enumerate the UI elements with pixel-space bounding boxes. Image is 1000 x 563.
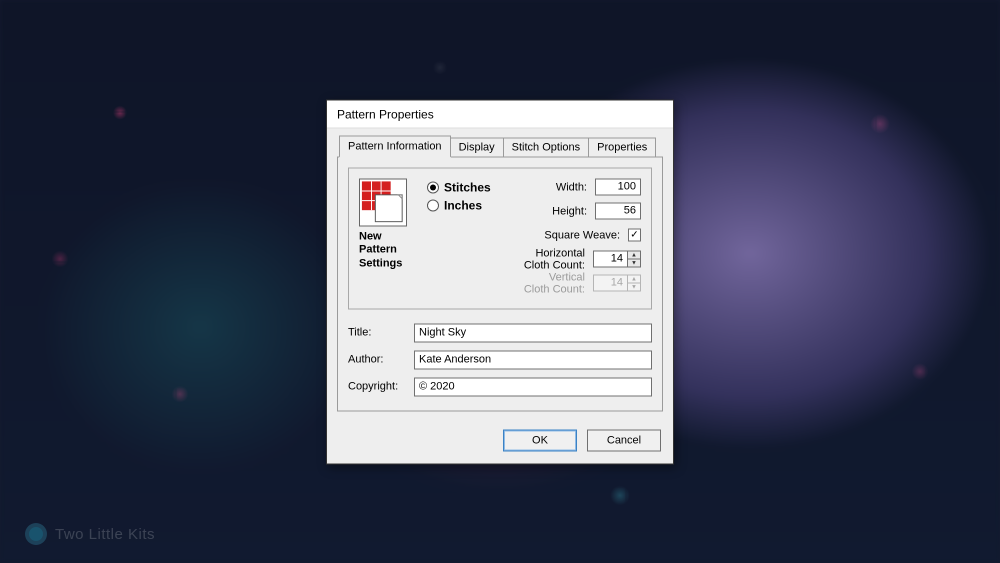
tab-strip: Pattern Information Display Stitch Optio… — [337, 134, 663, 156]
height-input[interactable]: 56 — [595, 203, 641, 220]
tab-stitch-options[interactable]: Stitch Options — [503, 137, 589, 156]
new-pattern-settings-group: New Pattern Settings Stitches Inches Wid… — [348, 167, 652, 309]
horizontal-cloth-count-label: Horizontal Cloth Count: — [521, 247, 585, 271]
radio-icon — [427, 199, 439, 211]
tab-pattern-information[interactable]: Pattern Information — [339, 135, 451, 157]
copyright-input[interactable]: © 2020 — [414, 377, 652, 396]
tab-properties[interactable]: Properties — [588, 137, 656, 156]
tab-display[interactable]: Display — [450, 137, 504, 156]
unit-inches-radio[interactable]: Inches — [427, 198, 511, 212]
radio-icon — [427, 181, 439, 193]
spin-up-icon[interactable]: ▲ — [627, 251, 641, 259]
watermark-text: Two Little Kits — [55, 526, 155, 543]
width-input[interactable]: 100 — [595, 179, 641, 196]
watermark: Two Little Kits — [25, 523, 155, 545]
new-pattern-settings-label: New Pattern Settings — [359, 230, 417, 271]
spin-up-icon: ▲ — [627, 275, 641, 283]
pattern-grid-icon — [359, 178, 407, 226]
vertical-cloth-count-stepper: 14 ▲ ▼ — [593, 275, 641, 292]
title-input[interactable]: Night Sky — [414, 323, 652, 342]
square-weave-checkbox[interactable]: ✓ — [628, 229, 641, 242]
spin-down-icon: ▼ — [627, 283, 641, 292]
author-input[interactable]: Kate Anderson — [414, 350, 652, 369]
title-label: Title: — [348, 327, 414, 339]
ok-button[interactable]: OK — [503, 429, 577, 451]
horizontal-cloth-count-stepper[interactable]: 14 ▲ ▼ — [593, 251, 641, 268]
cancel-button[interactable]: Cancel — [587, 429, 661, 451]
vertical-cloth-count-label: Vertical Cloth Count: — [521, 271, 585, 295]
copyright-label: Copyright: — [348, 381, 414, 393]
height-label: Height: — [552, 205, 587, 217]
watermark-logo-icon — [25, 523, 47, 545]
spin-down-icon[interactable]: ▼ — [627, 259, 641, 268]
unit-stitches-radio[interactable]: Stitches — [427, 180, 511, 194]
square-weave-label: Square Weave: — [544, 229, 620, 241]
width-label: Width: — [556, 181, 587, 193]
tab-panel-pattern-information: New Pattern Settings Stitches Inches Wid… — [337, 156, 663, 411]
dialog-button-bar: OK Cancel — [327, 421, 673, 463]
dialog-title: Pattern Properties — [337, 107, 434, 121]
pattern-properties-dialog: Pattern Properties Pattern Information D… — [326, 99, 674, 464]
dialog-titlebar[interactable]: Pattern Properties — [327, 100, 673, 128]
author-label: Author: — [348, 354, 414, 366]
